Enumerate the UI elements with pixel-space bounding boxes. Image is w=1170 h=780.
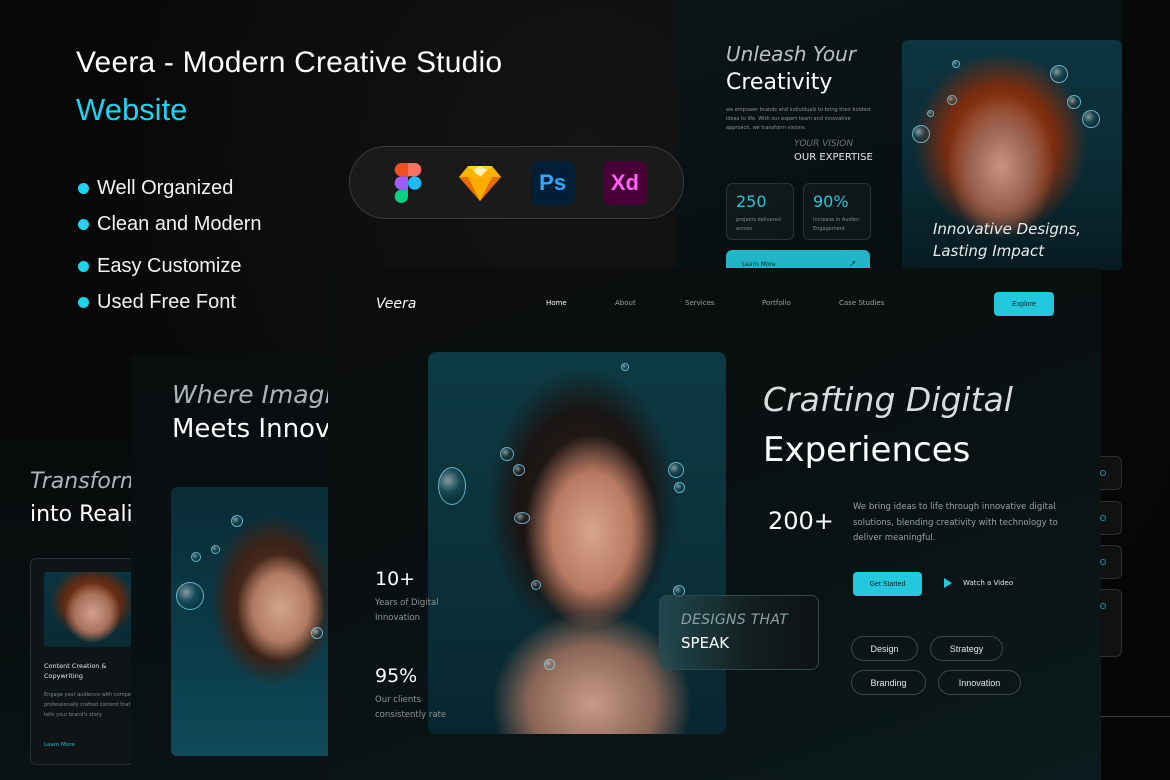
service-card-learn-more-link[interactable]: Learn More: [44, 742, 75, 748]
far-left-heading: into Reality: [30, 502, 131, 527]
tr-photo-caption: Innovative Designs, Lasting Impact: [933, 220, 1081, 260]
edge-card: [1100, 545, 1122, 579]
tag-strategy[interactable]: Strategy: [930, 636, 1003, 661]
hero-description: We bring ideas to life through innovativ…: [853, 502, 1058, 543]
mid-left-italic-heading: Where Imagination: [172, 380, 328, 409]
promo-subtitle: Website: [76, 92, 188, 127]
tr-italic-heading: Unleash Your: [726, 42, 857, 66]
explore-button[interactable]: Explore: [994, 292, 1054, 316]
feature-item: Well Organized: [78, 170, 262, 206]
nav-services[interactable]: Services: [685, 299, 715, 307]
tr-body-text: we empower brands and individuals to bri…: [726, 107, 871, 131]
hero-heading: Experiences: [763, 430, 971, 470]
mid-left-heading: Meets Innovation: [172, 414, 328, 444]
feature-item: Easy Customize: [78, 248, 262, 284]
edge-card: [1100, 456, 1122, 490]
target-icon: [1100, 515, 1106, 521]
service-card-title: Content Creation & Copywriting: [44, 662, 107, 680]
hero-italic-heading: Crafting Digital: [763, 380, 1013, 419]
stat-years: 10+ Years of Digital Innovation: [375, 568, 439, 623]
target-icon: [1100, 603, 1106, 609]
tag-innovation[interactable]: Innovation: [938, 670, 1021, 695]
nav-home[interactable]: Home: [546, 299, 567, 307]
bullet-icon: [78, 182, 89, 194]
tag-design[interactable]: Design: [851, 636, 918, 661]
tr-stat-card: 90% Increase in Audien Engagement: [803, 183, 871, 240]
tr-stat-card: 250 projects delivered across: [726, 183, 794, 240]
edge-card: [1100, 501, 1122, 535]
edge-card: [1100, 589, 1122, 657]
play-icon: [944, 578, 952, 588]
mid-left-photo: [171, 487, 328, 756]
target-icon: [1100, 559, 1106, 565]
feature-item: Used Free Font: [78, 284, 262, 320]
bullet-icon: [78, 218, 89, 230]
service-card-photo: [44, 572, 131, 647]
stat-clients: 95% Our clients consistently rate: [375, 665, 447, 720]
bullet-icon: [78, 296, 89, 308]
bullet-icon: [78, 260, 89, 272]
arrow-up-right-icon: ↗: [849, 259, 856, 268]
tr-expertise-label: OUR EXPERTISE: [794, 152, 873, 163]
divider: [1100, 716, 1170, 717]
feature-list: Well Organized Clean and Modern Easy Cus…: [78, 170, 262, 320]
watch-video-link[interactable]: Watch a Video: [944, 578, 1013, 588]
nav-portfolio[interactable]: Portfolio: [762, 299, 791, 307]
adobe-xd-icon: Xd: [602, 160, 647, 205]
promo-title: Veera - Modern Creative Studio: [76, 46, 503, 79]
far-left-italic-heading: Transform: [30, 469, 131, 494]
get-started-button[interactable]: Get Started: [853, 572, 922, 596]
nav-about[interactable]: About: [615, 299, 636, 307]
hero-count: 200+: [768, 507, 834, 535]
site-logo[interactable]: Veera: [376, 296, 416, 312]
figma-icon: [386, 161, 430, 205]
tr-vision-label: YOUR VISION: [794, 139, 854, 149]
nav-case-studies[interactable]: Case Studies: [839, 299, 884, 307]
tools-pill: Ps Xd: [349, 146, 684, 219]
feature-item: Clean and Modern: [78, 206, 262, 242]
service-card-body: Engage your audience with compelling, pr…: [44, 692, 131, 718]
designs-that-speak-card: DESIGNS THAT SPEAK: [659, 595, 819, 670]
sketch-icon: [458, 161, 502, 205]
tr-learn-more-button[interactable]: Learn More ↗: [726, 250, 870, 270]
photoshop-icon: Ps: [530, 160, 575, 205]
hero-photo: [428, 352, 726, 734]
tr-heading: Creativity: [726, 70, 833, 95]
target-icon: [1100, 470, 1106, 476]
service-card[interactable]: Content Creation & Copywriting Engage yo…: [30, 558, 131, 765]
tag-branding[interactable]: Branding: [851, 670, 926, 695]
